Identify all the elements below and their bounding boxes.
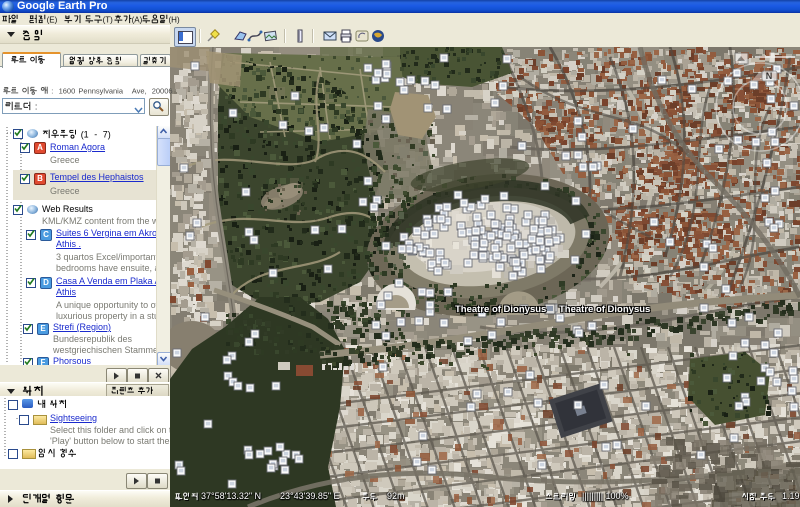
svg-text:7): 7) [103,129,111,139]
svg-text:Pennsylvania: Pennsylvania [78,87,123,96]
svg-text:(T): (T) [103,15,114,24]
svg-text:1600: 1600 [59,87,76,96]
svg-text::: : [51,87,53,96]
svg-text:(A): (A) [132,15,143,24]
svg-text:(H): (H) [169,15,180,24]
svg-text::: : [35,101,38,111]
svg-text:(E): (E) [47,15,58,24]
svg-text:N: N [766,71,773,81]
svg-text:Ave,: Ave, [132,87,147,96]
svg-text:-: - [94,129,97,139]
svg-text:20006: 20006 [152,87,173,96]
svg-text:(1: (1 [81,129,89,139]
